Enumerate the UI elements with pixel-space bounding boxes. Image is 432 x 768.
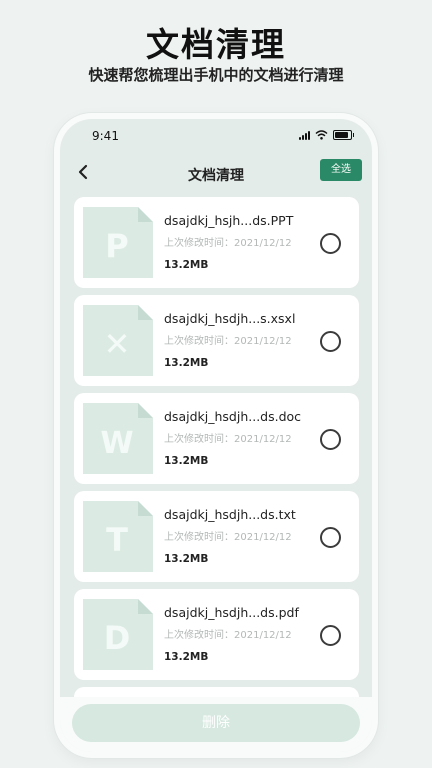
select-all-button[interactable]: 全选 — [320, 159, 362, 181]
list-item[interactable]: W dsajdkj_hsdjh...ds.doc 上次修改时间：2021/12/… — [74, 393, 359, 484]
pdf-file-icon: D — [83, 599, 153, 670]
file-name: dsajdkj_hsdjh...ds.pdf — [164, 605, 299, 620]
select-radio[interactable] — [320, 527, 341, 548]
signal-icon — [299, 130, 310, 140]
list-item[interactable]: P dsajdkj_hsjh...ds.PPT 上次修改时间：2021/12/1… — [74, 197, 359, 288]
file-modified-time: 上次修改时间：2021/12/12 — [164, 238, 292, 249]
file-modified-time: 上次修改时间：2021/12/12 — [164, 532, 292, 543]
promo-subtitle: 快速帮您梳理出手机中的文档进行清理 — [88, 66, 344, 84]
file-size: 13.2MB — [164, 651, 209, 663]
file-modified-time: 上次修改时间：2021/12/12 — [164, 434, 292, 445]
select-radio[interactable] — [320, 331, 341, 352]
file-type-letter: T — [106, 521, 128, 559]
status-icons — [299, 130, 354, 140]
list-item[interactable]: T dsajdkj_hsdjh...ds.txt 上次修改时间：2021/12/… — [74, 491, 359, 582]
status-time: 9:41 — [92, 129, 119, 143]
battery-icon — [333, 130, 354, 140]
app-screen: 9:41 文档清理 全选 P dsajdkj_hsjh...ds.PPT 上次修… — [60, 119, 372, 752]
file-size: 13.2MB — [164, 553, 209, 565]
file-modified-time: 上次修改时间：2021/12/12 — [164, 336, 292, 347]
ppt-file-icon: P — [83, 207, 153, 278]
file-size: 13.2MB — [164, 357, 209, 369]
word-file-icon: W — [83, 403, 153, 474]
file-type-letter: W — [100, 426, 133, 461]
select-radio[interactable] — [320, 429, 341, 450]
list-item[interactable]: D dsajdkj_hsdjh...ds.pdf 上次修改时间：2021/12/… — [74, 589, 359, 680]
file-size: 13.2MB — [164, 259, 209, 271]
file-type-letter: D — [104, 619, 131, 657]
wifi-icon — [315, 130, 328, 140]
file-type-letter: ✕ — [104, 325, 131, 363]
phone-frame: 9:41 文档清理 全选 P dsajdkj_hsjh...ds.PPT 上次修… — [54, 113, 378, 758]
file-name: dsajdkj_hsdjh...ds.doc — [164, 409, 302, 424]
list-item[interactable]: ✕ dsajdkj_hsdjh...s.xsxl 上次修改时间：2021/12/… — [74, 295, 359, 386]
file-name: dsajdkj_hsjh...ds.PPT — [164, 213, 294, 228]
file-type-letter: P — [105, 227, 128, 265]
select-radio[interactable] — [320, 233, 341, 254]
file-size: 13.2MB — [164, 455, 209, 467]
excel-file-icon: ✕ — [83, 305, 153, 376]
file-name: dsajdkj_hsdjh...s.xsxl — [164, 311, 296, 326]
txt-file-icon: T — [83, 501, 153, 572]
select-radio[interactable] — [320, 625, 341, 646]
file-name: dsajdkj_hsdjh...ds.txt — [164, 507, 296, 522]
promo-title: 文档清理 — [146, 25, 286, 64]
file-modified-time: 上次修改时间：2021/12/12 — [164, 630, 292, 641]
delete-button[interactable]: 删除 — [72, 704, 360, 742]
